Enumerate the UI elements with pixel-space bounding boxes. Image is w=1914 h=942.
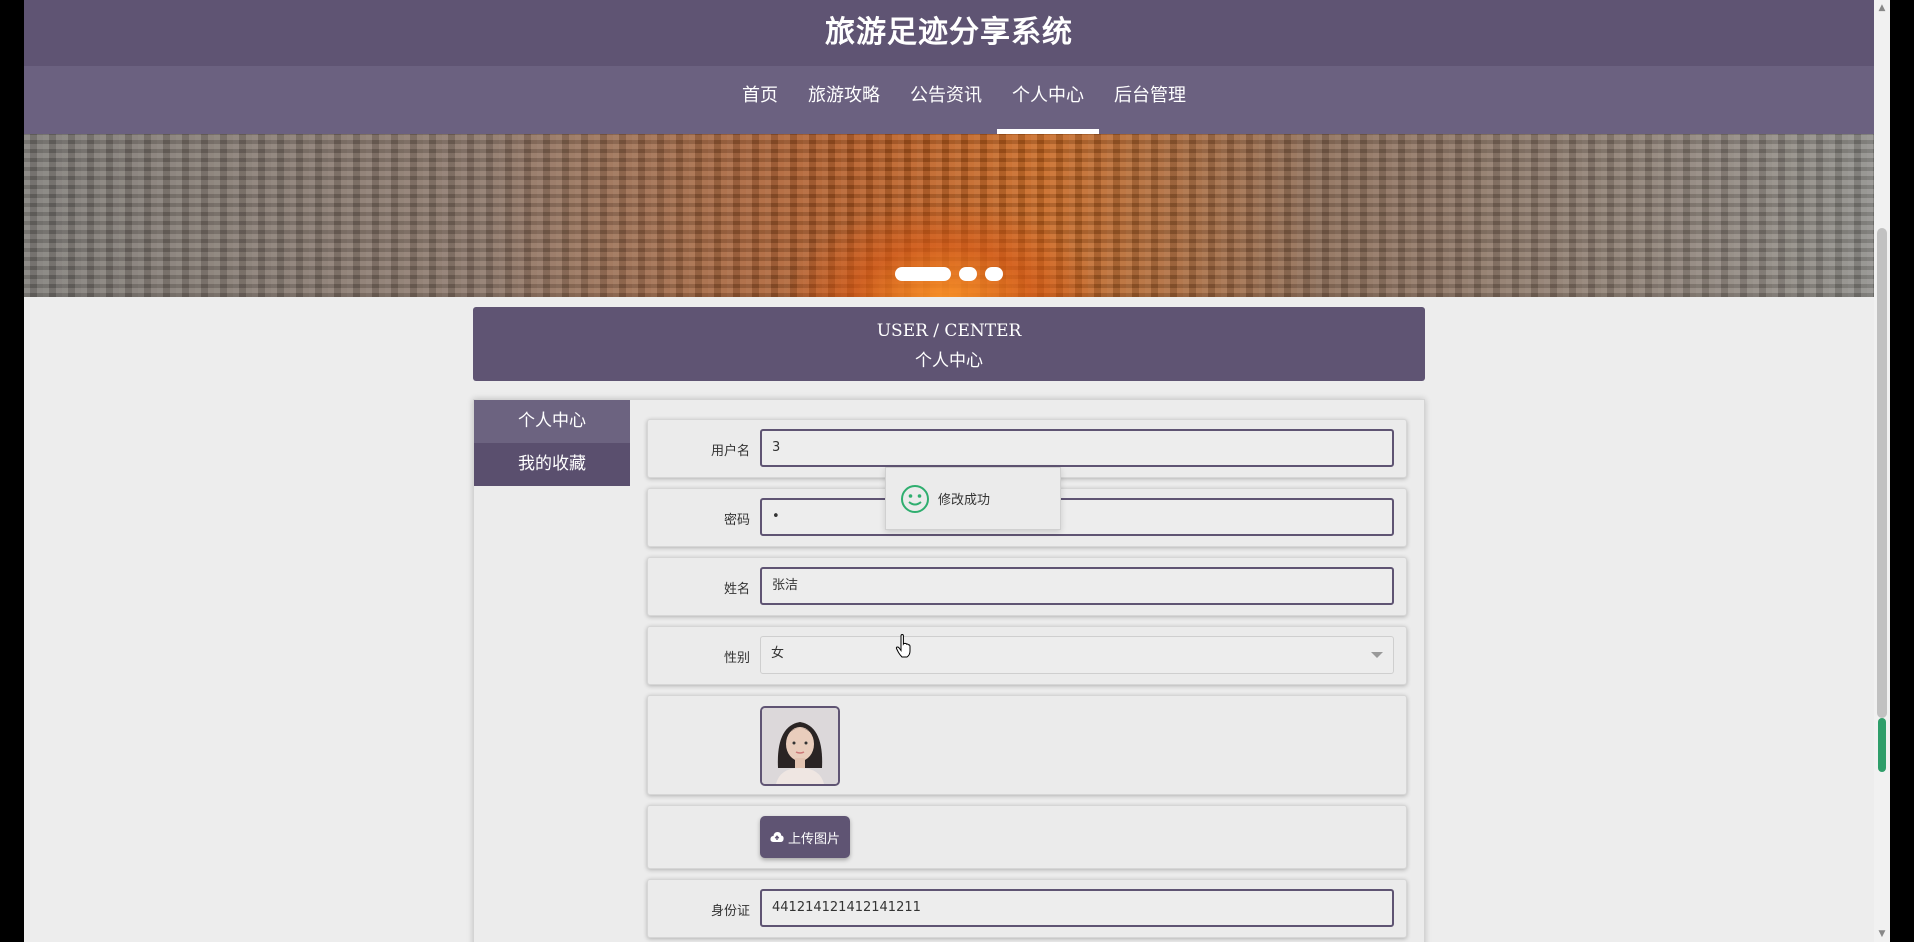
avatar (760, 706, 840, 786)
nav-item-home[interactable]: 首页 (727, 66, 793, 134)
name-input[interactable]: 张洁 (760, 567, 1394, 605)
gender-label: 性别 (723, 651, 750, 666)
carousel-dot-3[interactable] (985, 267, 1003, 281)
success-toast: 修改成功 (885, 467, 1061, 530)
window-edge (1890, 0, 1914, 942)
form-row-id-card: 身份证 441214121412141211 (647, 879, 1407, 938)
smile-icon (901, 484, 929, 513)
form-row-gender: 性别 女 (647, 626, 1407, 685)
scroll-down-icon[interactable]: ▼ (1874, 926, 1890, 942)
password-input[interactable]: • (760, 498, 1394, 536)
carousel-dot-1[interactable] (895, 267, 951, 281)
vertical-scrollbar[interactable]: ▲ ▼ (1874, 0, 1890, 942)
nav-item-user-center[interactable]: 个人中心 (997, 66, 1099, 134)
side-item-favorites[interactable]: 我的收藏 (474, 443, 630, 486)
carousel-indicators (895, 267, 1003, 281)
id-card-label: 身份证 (710, 904, 750, 919)
chevron-down-icon (1371, 652, 1383, 658)
form-row-avatar (647, 695, 1407, 795)
id-card-input[interactable]: 441214121412141211 (760, 889, 1394, 927)
hand-cursor-icon (895, 634, 911, 658)
carousel-dot-2[interactable] (959, 267, 977, 281)
gender-select[interactable]: 女 (760, 636, 1394, 674)
scrollbar-thumb[interactable] (1877, 228, 1887, 718)
username-input[interactable]: 3 (760, 429, 1394, 467)
banner-carousel (24, 134, 1874, 297)
scroll-up-icon[interactable]: ▲ (1874, 0, 1890, 16)
password-label: 密码 (723, 513, 750, 528)
upload-image-button[interactable]: 上传图片 (760, 816, 850, 858)
section-header-cn: 个人中心 (915, 351, 983, 371)
nav-item-travel-guide[interactable]: 旅游攻略 (793, 66, 895, 134)
form-row-upload: 上传图片 (647, 805, 1407, 869)
form-row-name: 姓名 张洁 (647, 557, 1407, 616)
section-header: USER / CENTER 个人中心 (473, 307, 1425, 381)
upload-button-label: 上传图片 (787, 831, 840, 847)
cloud-upload-icon (770, 832, 784, 842)
side-menu: 个人中心 我的收藏 (474, 400, 630, 486)
site-title: 旅游足迹分享系统 (24, 0, 1874, 66)
side-item-user-center[interactable]: 个人中心 (474, 400, 630, 443)
main-nav: 首页 旅游攻略 公告资讯 个人中心 后台管理 (24, 66, 1874, 134)
nav-item-news[interactable]: 公告资讯 (895, 66, 997, 134)
page: 旅游足迹分享系统 首页 旅游攻略 公告资讯 个人中心 后台管理 USER / C… (24, 0, 1874, 942)
username-label: 用户名 (710, 444, 750, 459)
nav-item-admin[interactable]: 后台管理 (1099, 66, 1201, 134)
avatar-portrait (762, 708, 838, 784)
toast-message: 修改成功 (938, 493, 991, 508)
section-header-en: USER / CENTER (876, 321, 1022, 341)
name-label: 姓名 (723, 582, 750, 597)
gender-value: 女 (771, 646, 785, 661)
scroll-indicator (1878, 718, 1886, 772)
